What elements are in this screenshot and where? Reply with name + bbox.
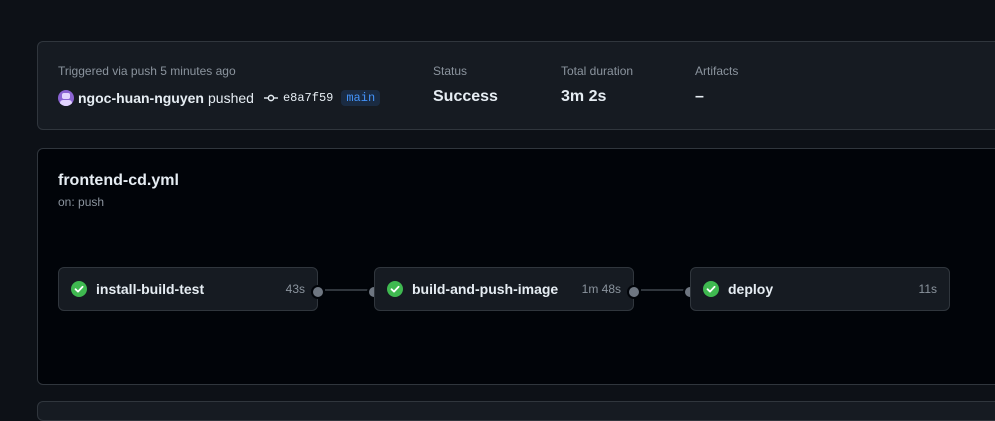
git-commit-icon <box>263 91 278 105</box>
job-duration: 43s <box>285 282 305 296</box>
run-summary-card: Triggered via push 5 minutes ago ngoc-hu… <box>37 41 995 130</box>
job-connector-dot <box>311 285 325 299</box>
workflow-file-title: frontend-cd.yml <box>58 172 179 189</box>
job-duration: 11s <box>918 282 937 296</box>
status-section: Status Success <box>433 64 498 106</box>
job-connector-line <box>641 289 686 291</box>
next-section-card <box>37 401 995 421</box>
job-install-build-test[interactable]: install-build-test 43s <box>58 267 318 311</box>
job-name: build-and-push-image <box>412 281 559 297</box>
branch-badge[interactable]: main <box>341 90 381 106</box>
action-text: pushed <box>208 90 254 106</box>
trigger-info: Triggered via push 5 minutes ago <box>58 64 236 78</box>
job-build-and-push-image[interactable]: build-and-push-image 1m 48s <box>374 267 634 311</box>
duration-section: Total duration 3m 2s <box>561 64 633 106</box>
status-value: Success <box>433 88 498 105</box>
duration-label: Total duration <box>561 64 634 78</box>
check-circle-icon <box>703 281 719 297</box>
job-name: deploy <box>728 281 774 297</box>
actor-name-link[interactable]: ngoc-huan-nguyen <box>78 90 204 106</box>
commit-sha-link[interactable]: e8a7f59 <box>283 91 333 105</box>
artifacts-section: Artifacts – <box>695 64 738 106</box>
workflow-graph-card: frontend-cd.yml on: push install-build-t… <box>37 148 995 385</box>
check-circle-icon <box>71 281 87 297</box>
workflow-trigger: on: push <box>58 195 105 209</box>
actor-row: ngoc-huan-nguyen pushed e8a7f59 main <box>58 89 381 107</box>
duration-value: 3m 2s <box>561 88 607 105</box>
artifacts-value: – <box>695 88 704 105</box>
job-connector-line <box>325 289 370 291</box>
artifacts-label: Artifacts <box>695 64 739 78</box>
job-duration: 1m 48s <box>581 282 621 296</box>
job-connector-dot <box>627 285 641 299</box>
status-label: Status <box>433 64 468 78</box>
avatar[interactable] <box>58 90 74 106</box>
job-deploy[interactable]: deploy 11s <box>690 267 950 311</box>
job-name: install-build-test <box>96 281 205 297</box>
check-circle-icon <box>387 281 403 297</box>
